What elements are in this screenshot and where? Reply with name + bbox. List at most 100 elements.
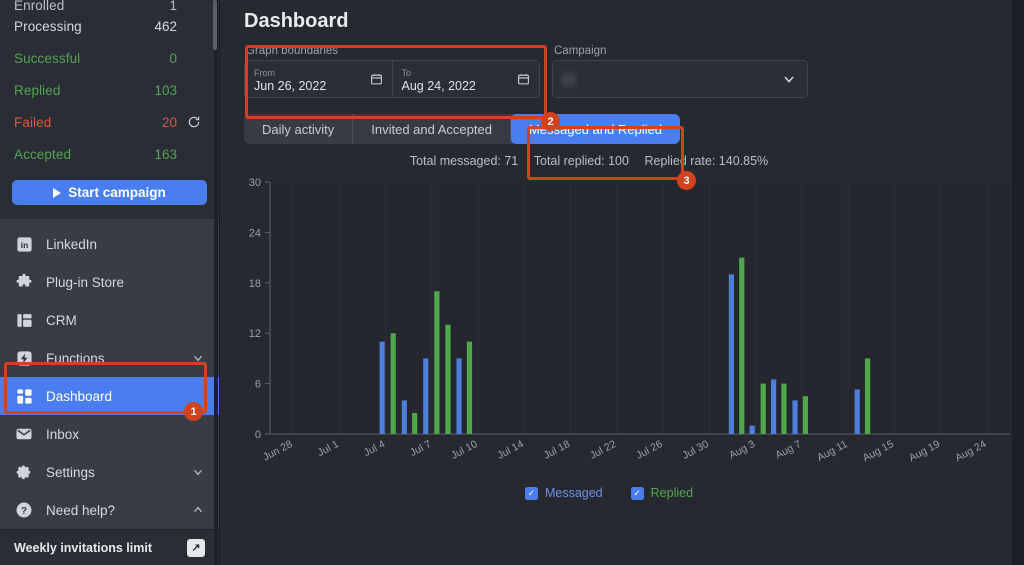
chart-x-tick-group: Aug 24 <box>953 438 988 464</box>
chart-x-tick-label: Jul 14 <box>495 438 526 462</box>
chart-x-tick-label: Aug 15 <box>861 438 896 464</box>
puzzle-icon <box>14 272 34 292</box>
date-from-value: Jun 26, 2022 <box>254 79 383 94</box>
sidebar-item-settings[interactable]: Settings <box>0 453 219 491</box>
chart-x-tick-group: Jul 22 <box>588 438 619 462</box>
start-campaign-button[interactable]: Start campaign <box>12 180 207 205</box>
legend-item-messaged[interactable]: ✓ Messaged <box>525 486 603 500</box>
question-icon: ? <box>14 500 34 520</box>
linkedin-icon: in <box>14 234 34 254</box>
chevron-up-icon[interactable] <box>191 503 205 517</box>
campaign-select[interactable]: ( ) <box>552 60 808 98</box>
sidebar-item-dashboard[interactable]: Dashboard <box>0 377 219 415</box>
chart-x-tick-group: Jul 26 <box>634 438 665 462</box>
date-from-field[interactable]: From Jun 26, 2022 <box>245 61 392 97</box>
play-icon <box>53 188 61 198</box>
legend-label: Messaged <box>545 486 603 500</box>
chart-bar <box>865 358 870 434</box>
chart-x-tick-label: Jul 18 <box>542 438 573 462</box>
sidebar-item-need-help[interactable]: ?Need help? <box>0 491 219 529</box>
sidebar-item-label: Settings <box>46 465 179 480</box>
chart-bar <box>423 358 428 434</box>
retry-icon[interactable] <box>185 115 203 129</box>
chart-x-tick-label: Jul 22 <box>588 438 619 462</box>
legend-checkbox[interactable]: ✓ <box>525 487 538 500</box>
chart-x-tick-label: Aug 7 <box>773 438 803 462</box>
tab-invited-and-accepted[interactable]: Invited and Accepted <box>353 114 511 144</box>
chart-bar <box>750 426 755 434</box>
stat-label: Processing <box>14 19 82 34</box>
chart-bar <box>380 342 385 434</box>
sidebar-item-linkedin[interactable]: in LinkedIn <box>0 225 219 263</box>
chart-x-tick-group: Aug 19 <box>907 438 942 464</box>
chart-x-tick-label: Aug 24 <box>953 438 988 464</box>
svg-text:in: in <box>20 240 28 250</box>
stat-row: Accepted 163 <box>14 138 205 170</box>
sidebar-item-label: Functions <box>46 351 179 366</box>
sidebar-item-functions[interactable]: Functions <box>0 339 219 377</box>
stat-value-wrap: 1 <box>169 0 203 10</box>
stat-value-wrap: 462 <box>154 19 203 34</box>
chart-x-tick-label: Jul 1 <box>316 438 341 459</box>
tab-daily-activity[interactable]: Daily activity <box>244 114 353 144</box>
calendar-icon[interactable] <box>370 73 383 86</box>
weekly-invitations-limit[interactable]: Weekly invitations limit ↗ <box>0 529 219 565</box>
campaign-label: Campaign <box>552 45 808 57</box>
sidebar-item-plug-in-store[interactable]: Plug-in Store <box>0 263 219 301</box>
stat-label: Accepted <box>14 147 71 162</box>
sidebar-item-crm[interactable]: CRM <box>0 301 219 339</box>
campaign-stats-panel: Enrolled1Processing462Successful0Replied… <box>0 0 219 170</box>
graph-boundaries-group: Graph boundaries From Jun 26, 2022 To Au… <box>244 45 540 98</box>
stat-value-wrap: 163 <box>154 147 203 162</box>
sidebar-scrollbar-thumb[interactable] <box>213 0 217 50</box>
stat-row: Successful0 <box>14 42 205 74</box>
tab-messaged-and-replied[interactable]: Messaged and Replied <box>511 114 680 144</box>
date-to-field[interactable]: To Aug 24, 2022 <box>392 61 540 97</box>
chevron-down-icon[interactable] <box>191 351 205 365</box>
chart-x-tick-label: Jul 4 <box>362 438 387 459</box>
chart-bar <box>434 291 439 434</box>
svg-text:?: ? <box>21 506 27 517</box>
grid-icon <box>14 386 34 406</box>
legend-checkbox[interactable]: ✓ <box>631 487 644 500</box>
date-from-caption: From <box>254 68 383 79</box>
sidebar-item-inbox[interactable]: Inbox <box>0 415 219 453</box>
stat-label: Replied <box>14 83 60 98</box>
date-to-caption: To <box>402 68 531 79</box>
bolt-icon <box>14 348 34 368</box>
chart-legend: ✓ Messaged ✓ Replied <box>234 486 1024 500</box>
campaign-selected-value: ( ) <box>563 72 753 86</box>
graph-boundaries-label: Graph boundaries <box>244 45 540 57</box>
chart-bar <box>739 258 744 434</box>
external-link-icon[interactable]: ↗ <box>187 539 205 557</box>
total-messaged: Total messaged: 71 <box>410 154 518 168</box>
legend-label: Replied <box>651 486 693 500</box>
chart-bar <box>467 342 472 434</box>
sidebar-item-label: LinkedIn <box>46 237 205 252</box>
chart-x-tick-group: Jul 4 <box>362 438 387 459</box>
chevron-down-icon[interactable] <box>781 71 797 87</box>
chart-bar <box>729 274 734 434</box>
chart-bar <box>792 400 797 434</box>
chart-x-tick-label: Aug 3 <box>727 438 757 462</box>
stat-value-wrap: 0 <box>169 51 203 66</box>
sidebar-scrollbar-track[interactable] <box>214 0 218 565</box>
stat-row: Replied 103 <box>14 74 205 106</box>
chart-x-tick-group: Jul 1 <box>316 438 341 459</box>
date-range-box: From Jun 26, 2022 To Aug 24, 2022 <box>244 60 540 98</box>
calendar-icon[interactable] <box>517 73 530 86</box>
chart-bar <box>803 396 808 434</box>
stat-row: Processing 462 <box>14 10 205 42</box>
chart-x-tick-group: Jul 30 <box>680 438 711 462</box>
legend-item-replied[interactable]: ✓ Replied <box>631 486 693 500</box>
stat-row: Failed20 <box>14 106 205 138</box>
chart-x-tick-group: Aug 7 <box>773 438 803 462</box>
page-right-gutter <box>1012 0 1024 565</box>
chevron-down-icon[interactable] <box>191 465 205 479</box>
messaged-replied-bar-chart: 0612182430Jun 28Jul 1Jul 4Jul 7Jul 10Jul… <box>234 174 1024 484</box>
chart-x-tick-label: Jun 28 <box>261 438 295 463</box>
chart-x-tick-label: Aug 11 <box>815 438 849 464</box>
chart-y-tick-label: 30 <box>249 177 261 189</box>
chart-bar <box>402 400 407 434</box>
stat-value-wrap: 103 <box>154 83 203 98</box>
